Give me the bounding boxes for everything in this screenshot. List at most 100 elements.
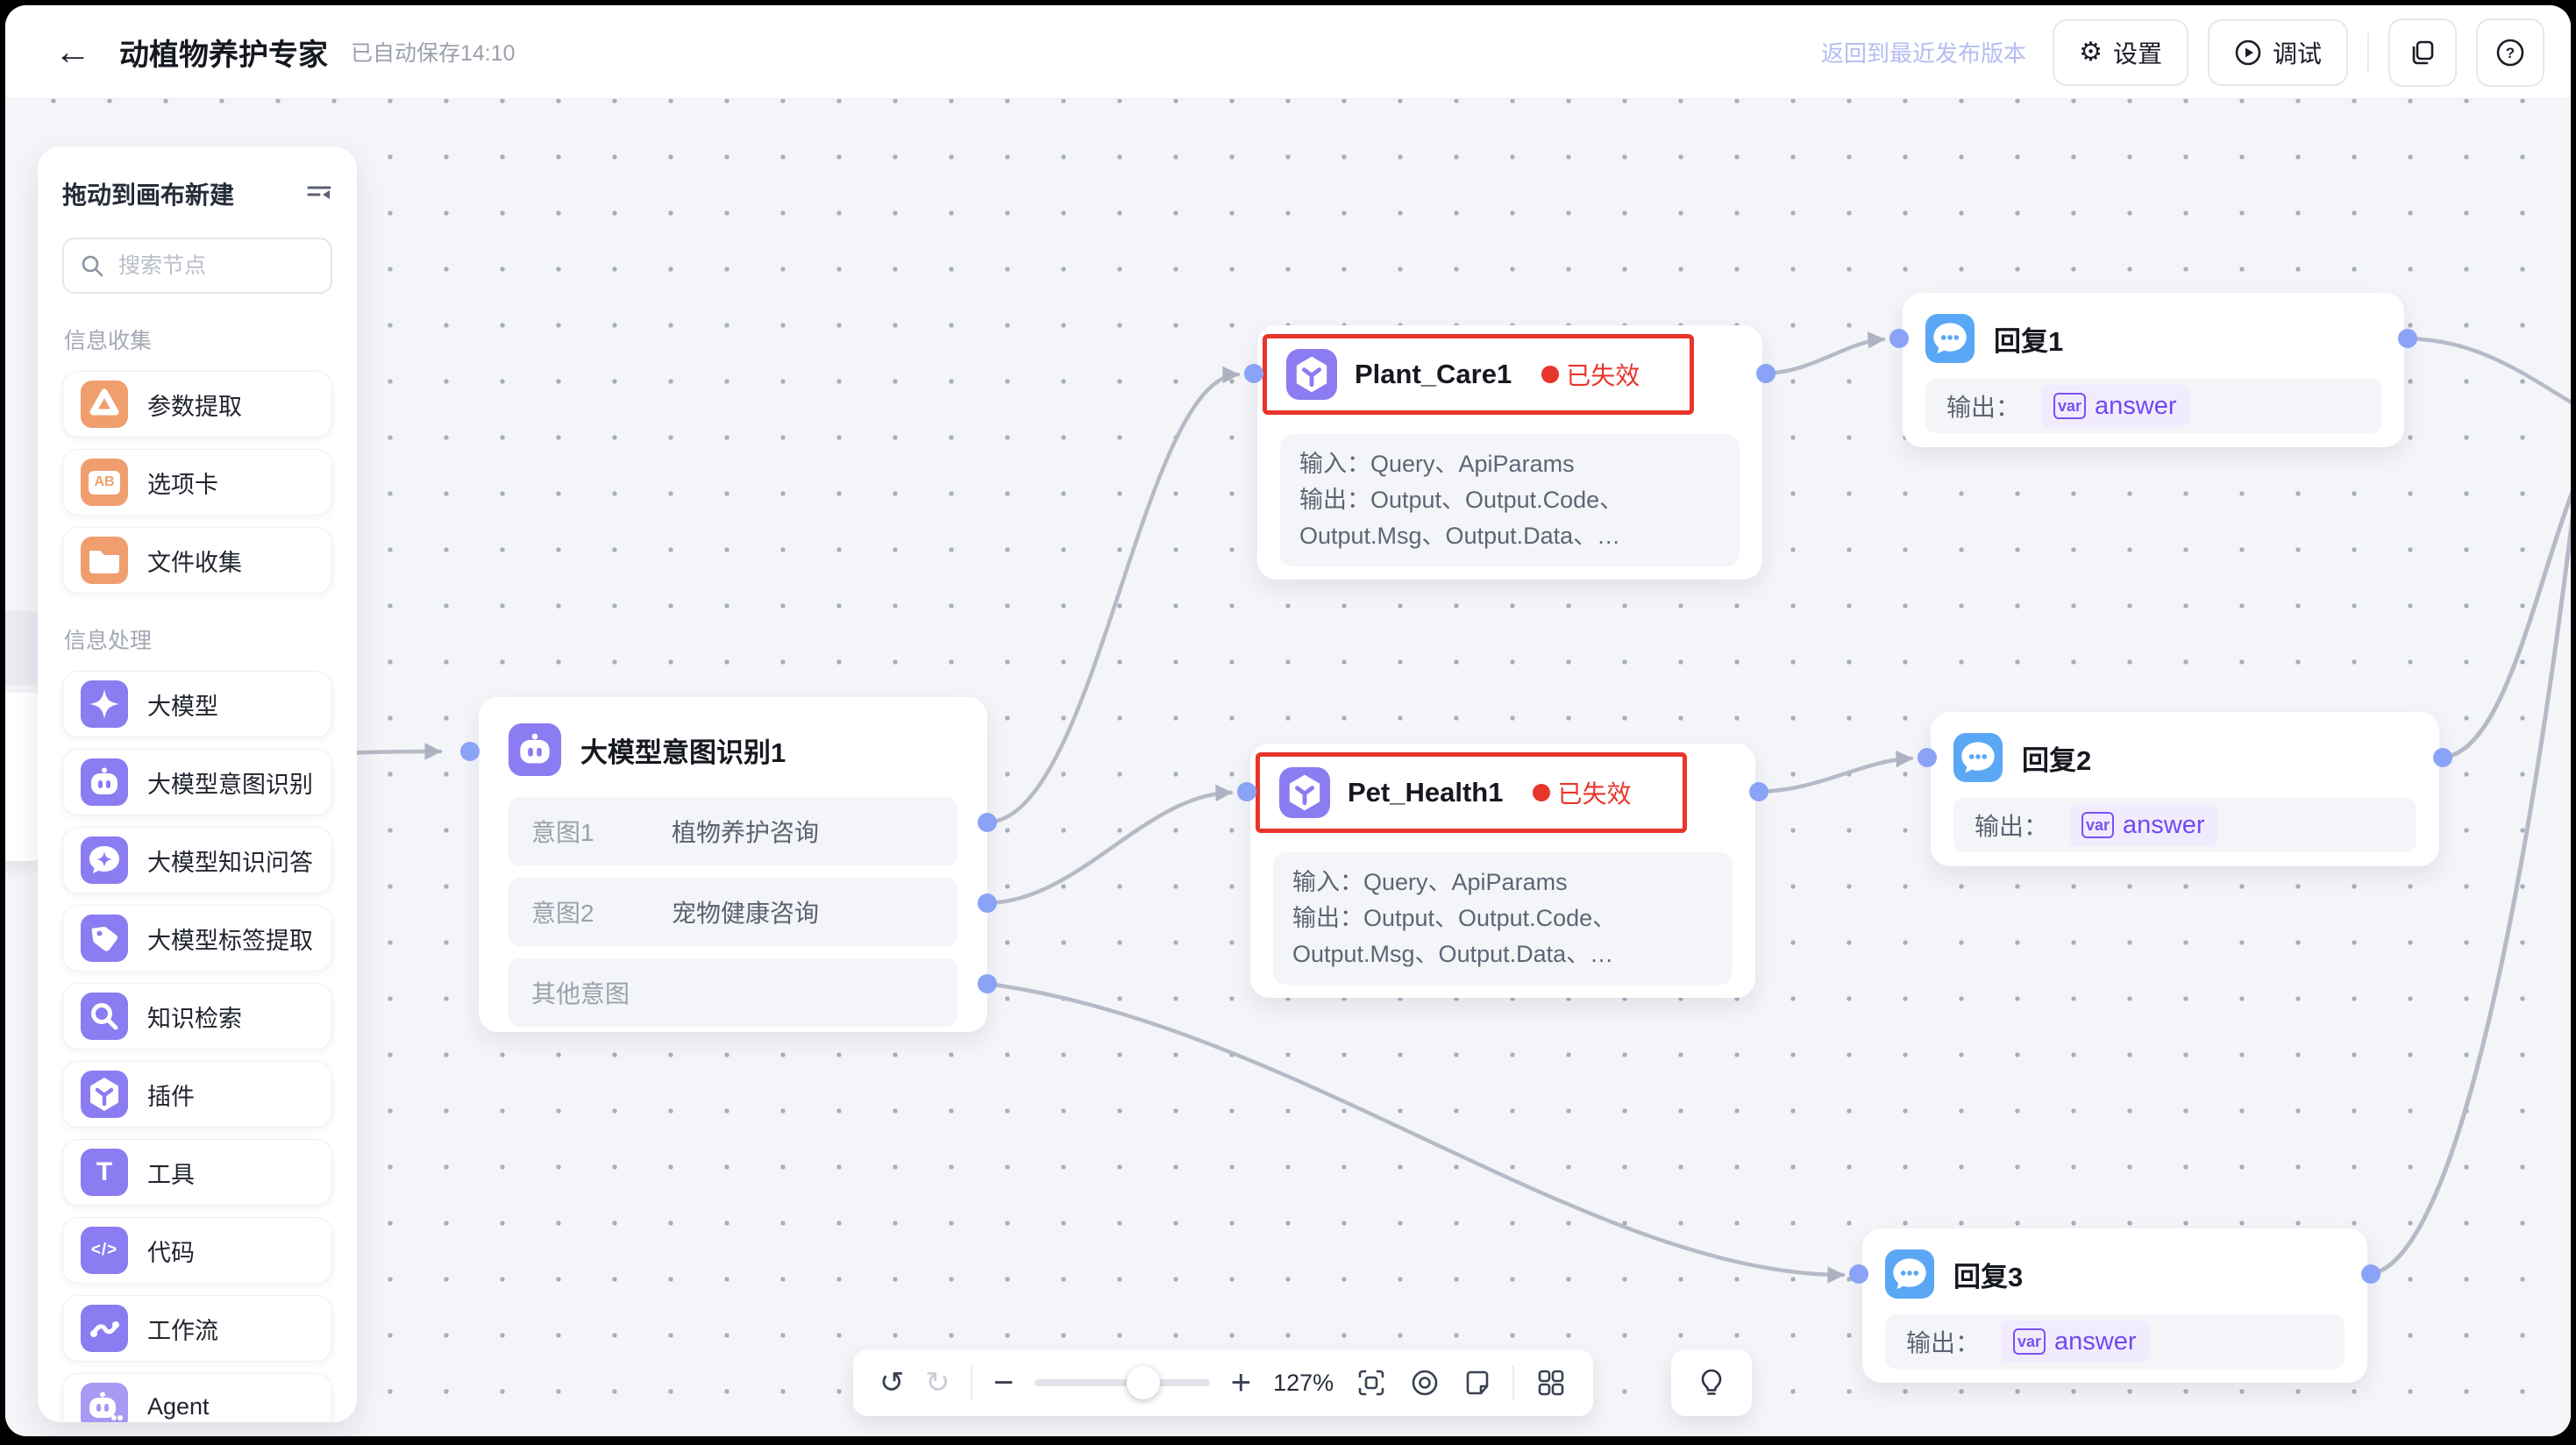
port-reply2-in[interactable] <box>1918 748 1937 767</box>
plugin-io-summary: 输入：Query、ApiParams 输出：Output、Output.Code… <box>1273 852 1733 985</box>
node-title: 大模型意图识别1 <box>580 730 786 770</box>
reply-output-row: 输出： var answer <box>1925 379 2381 433</box>
zoom-out-icon[interactable]: − <box>993 1365 1014 1400</box>
answer-variable-chip[interactable]: var answer <box>2041 385 2189 427</box>
palette-item-knowledge-search[interactable]: 知识检索 <box>62 983 332 1050</box>
palette-title: 拖动到画布新建 <box>62 176 234 211</box>
palette-item-label: 选项卡 <box>147 466 218 500</box>
answer-variable-chip[interactable]: var answer <box>2069 804 2217 846</box>
revert-to-published-link[interactable]: 返回到最近发布版本 <box>1821 36 2026 68</box>
input-label: 输入： <box>1292 869 1363 895</box>
intent-row-other[interactable]: 其他意图 <box>509 958 957 1027</box>
reply-node-icon <box>1885 1249 1934 1299</box>
intent-row-2[interactable]: 意图2 宠物健康咨询 <box>509 878 957 946</box>
palette-item-tool[interactable]: T 工具 <box>62 1139 332 1206</box>
answer-variable-chip[interactable]: var answer <box>2001 1320 2149 1363</box>
var-icon: var <box>2053 393 2086 419</box>
port-intent-other-out[interactable] <box>978 974 997 993</box>
var-value: answer <box>2123 811 2205 840</box>
settings-label: 设置 <box>2113 35 2162 70</box>
intent-label: 意图2 <box>531 894 672 929</box>
sticky-note-icon[interactable] <box>1462 1368 1492 1398</box>
port-pet-in[interactable] <box>1237 782 1256 801</box>
help-button[interactable]: ? <box>2476 18 2544 87</box>
palette-item-code[interactable]: </> 代码 <box>62 1217 332 1284</box>
port-reply3-in[interactable] <box>1849 1264 1868 1284</box>
node-plugin-plant-care[interactable]: Plant_Care1 已失效 输入：Query、ApiParams 输出：Ou… <box>1257 325 1762 580</box>
palette-item-option-card[interactable]: AB 选项卡 <box>62 449 332 516</box>
palette-item-plugin[interactable]: 插件 <box>62 1061 332 1128</box>
node-reply-1[interactable]: 回复1 输出： var answer <box>1903 293 2404 447</box>
output-label: 输出： <box>1906 1324 1980 1359</box>
header-divider <box>2367 32 2369 73</box>
node-reply-2[interactable]: 回复2 输出： var answer <box>1931 712 2439 866</box>
question-circle-icon: ? <box>2495 38 2525 68</box>
svg-text:?: ? <box>2506 45 2515 61</box>
plugin-hexagon-icon <box>81 1071 128 1118</box>
intent-row-1[interactable]: 意图1 植物养护咨询 <box>509 797 957 865</box>
var-value: answer <box>2095 392 2177 421</box>
node-title: Plant_Care1 <box>1355 359 1512 390</box>
palette-item-file-collect[interactable]: 文件收集 <box>62 527 332 594</box>
port-reply3-out[interactable] <box>2361 1264 2380 1284</box>
var-value: answer <box>2054 1328 2137 1356</box>
redo-icon[interactable]: ↻ <box>925 1368 950 1398</box>
toolbar-divider <box>971 1365 972 1400</box>
palette-item-label: 大模型意图识别 <box>147 765 313 800</box>
palette-item-llm[interactable]: 大模型 <box>62 671 332 737</box>
palette-item-label: 文件收集 <box>147 544 242 578</box>
port-reply1-in[interactable] <box>1889 329 1909 348</box>
reply-output-row: 输出： var answer <box>1953 798 2416 852</box>
option-card-icon: AB <box>81 459 128 506</box>
debug-button[interactable]: 调试 <box>2208 19 2348 86</box>
undo-icon[interactable]: ↺ <box>879 1368 905 1398</box>
duplicate-button[interactable] <box>2388 18 2457 87</box>
palette-item-intent-recognition[interactable]: 大模型意图识别 <box>62 749 332 815</box>
palette-item-label: 参数提取 <box>147 388 242 422</box>
input-label: 输入： <box>1299 451 1370 477</box>
port-intent2-out[interactable] <box>978 893 997 913</box>
settings-button[interactable]: ⚙ 设置 <box>2053 19 2188 86</box>
port-plant-in[interactable] <box>1244 364 1263 383</box>
port-reply2-out[interactable] <box>2433 748 2452 767</box>
search-input[interactable] <box>117 253 315 280</box>
var-icon: var <box>2081 812 2114 838</box>
reply-output-row: 输出： var answer <box>1885 1314 2345 1369</box>
palette-item-knowledge-qa[interactable]: 大模型知识问答 <box>62 827 332 893</box>
plugin-node-icon <box>1279 767 1330 818</box>
node-plugin-pet-health[interactable]: Pet_Health1 已失效 输入：Query、ApiParams 输出：Ou… <box>1250 744 1755 998</box>
collapse-panel-icon[interactable] <box>306 181 332 207</box>
palette-item-label: 知识检索 <box>147 1000 242 1034</box>
palette-item-tag-extract[interactable]: 大模型标签提取 <box>62 905 332 972</box>
tips-button[interactable] <box>1671 1349 1752 1416</box>
zoom-slider-thumb[interactable] <box>1127 1366 1160 1399</box>
palette-item-label: 代码 <box>147 1234 195 1268</box>
port-pet-out[interactable] <box>1749 782 1768 801</box>
palette-item-agent[interactable]: Agent <box>62 1373 332 1422</box>
port-intent1-out[interactable] <box>978 813 997 832</box>
fit-view-icon[interactable] <box>1356 1367 1387 1399</box>
zoom-slider[interactable] <box>1035 1379 1210 1386</box>
back-arrow-icon[interactable]: ← <box>54 33 91 70</box>
intent-value: 植物养护咨询 <box>672 814 819 849</box>
code-icon: </> <box>81 1227 128 1274</box>
tag-icon <box>81 915 128 962</box>
zoom-in-icon[interactable]: + <box>1231 1365 1251 1400</box>
preview-eye-icon[interactable] <box>1408 1366 1441 1399</box>
node-palette-panel: 拖动到画布新建 信息收集 参数提取 AB 选项卡 <box>38 146 357 1422</box>
hidden-start-node-sliver <box>5 693 42 861</box>
robot-icon <box>81 758 128 806</box>
node-intent-recognition[interactable]: 大模型意图识别1 意图1 植物养护咨询 意图2 宠物健康咨询 其他意图 <box>479 697 987 1032</box>
port-reply1-out[interactable] <box>2398 329 2417 348</box>
layout-grid-icon[interactable] <box>1535 1367 1567 1399</box>
workflow-editor-screen: 大模型意图识别1 意图1 植物养护咨询 意图2 宠物健康咨询 其他意图 Plan… <box>5 5 2571 1436</box>
output-label: 输出： <box>1292 905 1363 931</box>
qa-bubble-icon <box>81 836 128 884</box>
intent-label: 意图1 <box>531 814 672 849</box>
palette-item-workflow[interactable]: 工作流 <box>62 1295 332 1362</box>
port-plant-out[interactable] <box>1756 364 1775 383</box>
output-label: 输出： <box>1946 388 2020 424</box>
port-intent-in[interactable] <box>460 742 480 761</box>
palette-item-param-extract[interactable]: 参数提取 <box>62 371 332 438</box>
node-reply-3[interactable]: 回复3 输出： var answer <box>1862 1228 2367 1383</box>
